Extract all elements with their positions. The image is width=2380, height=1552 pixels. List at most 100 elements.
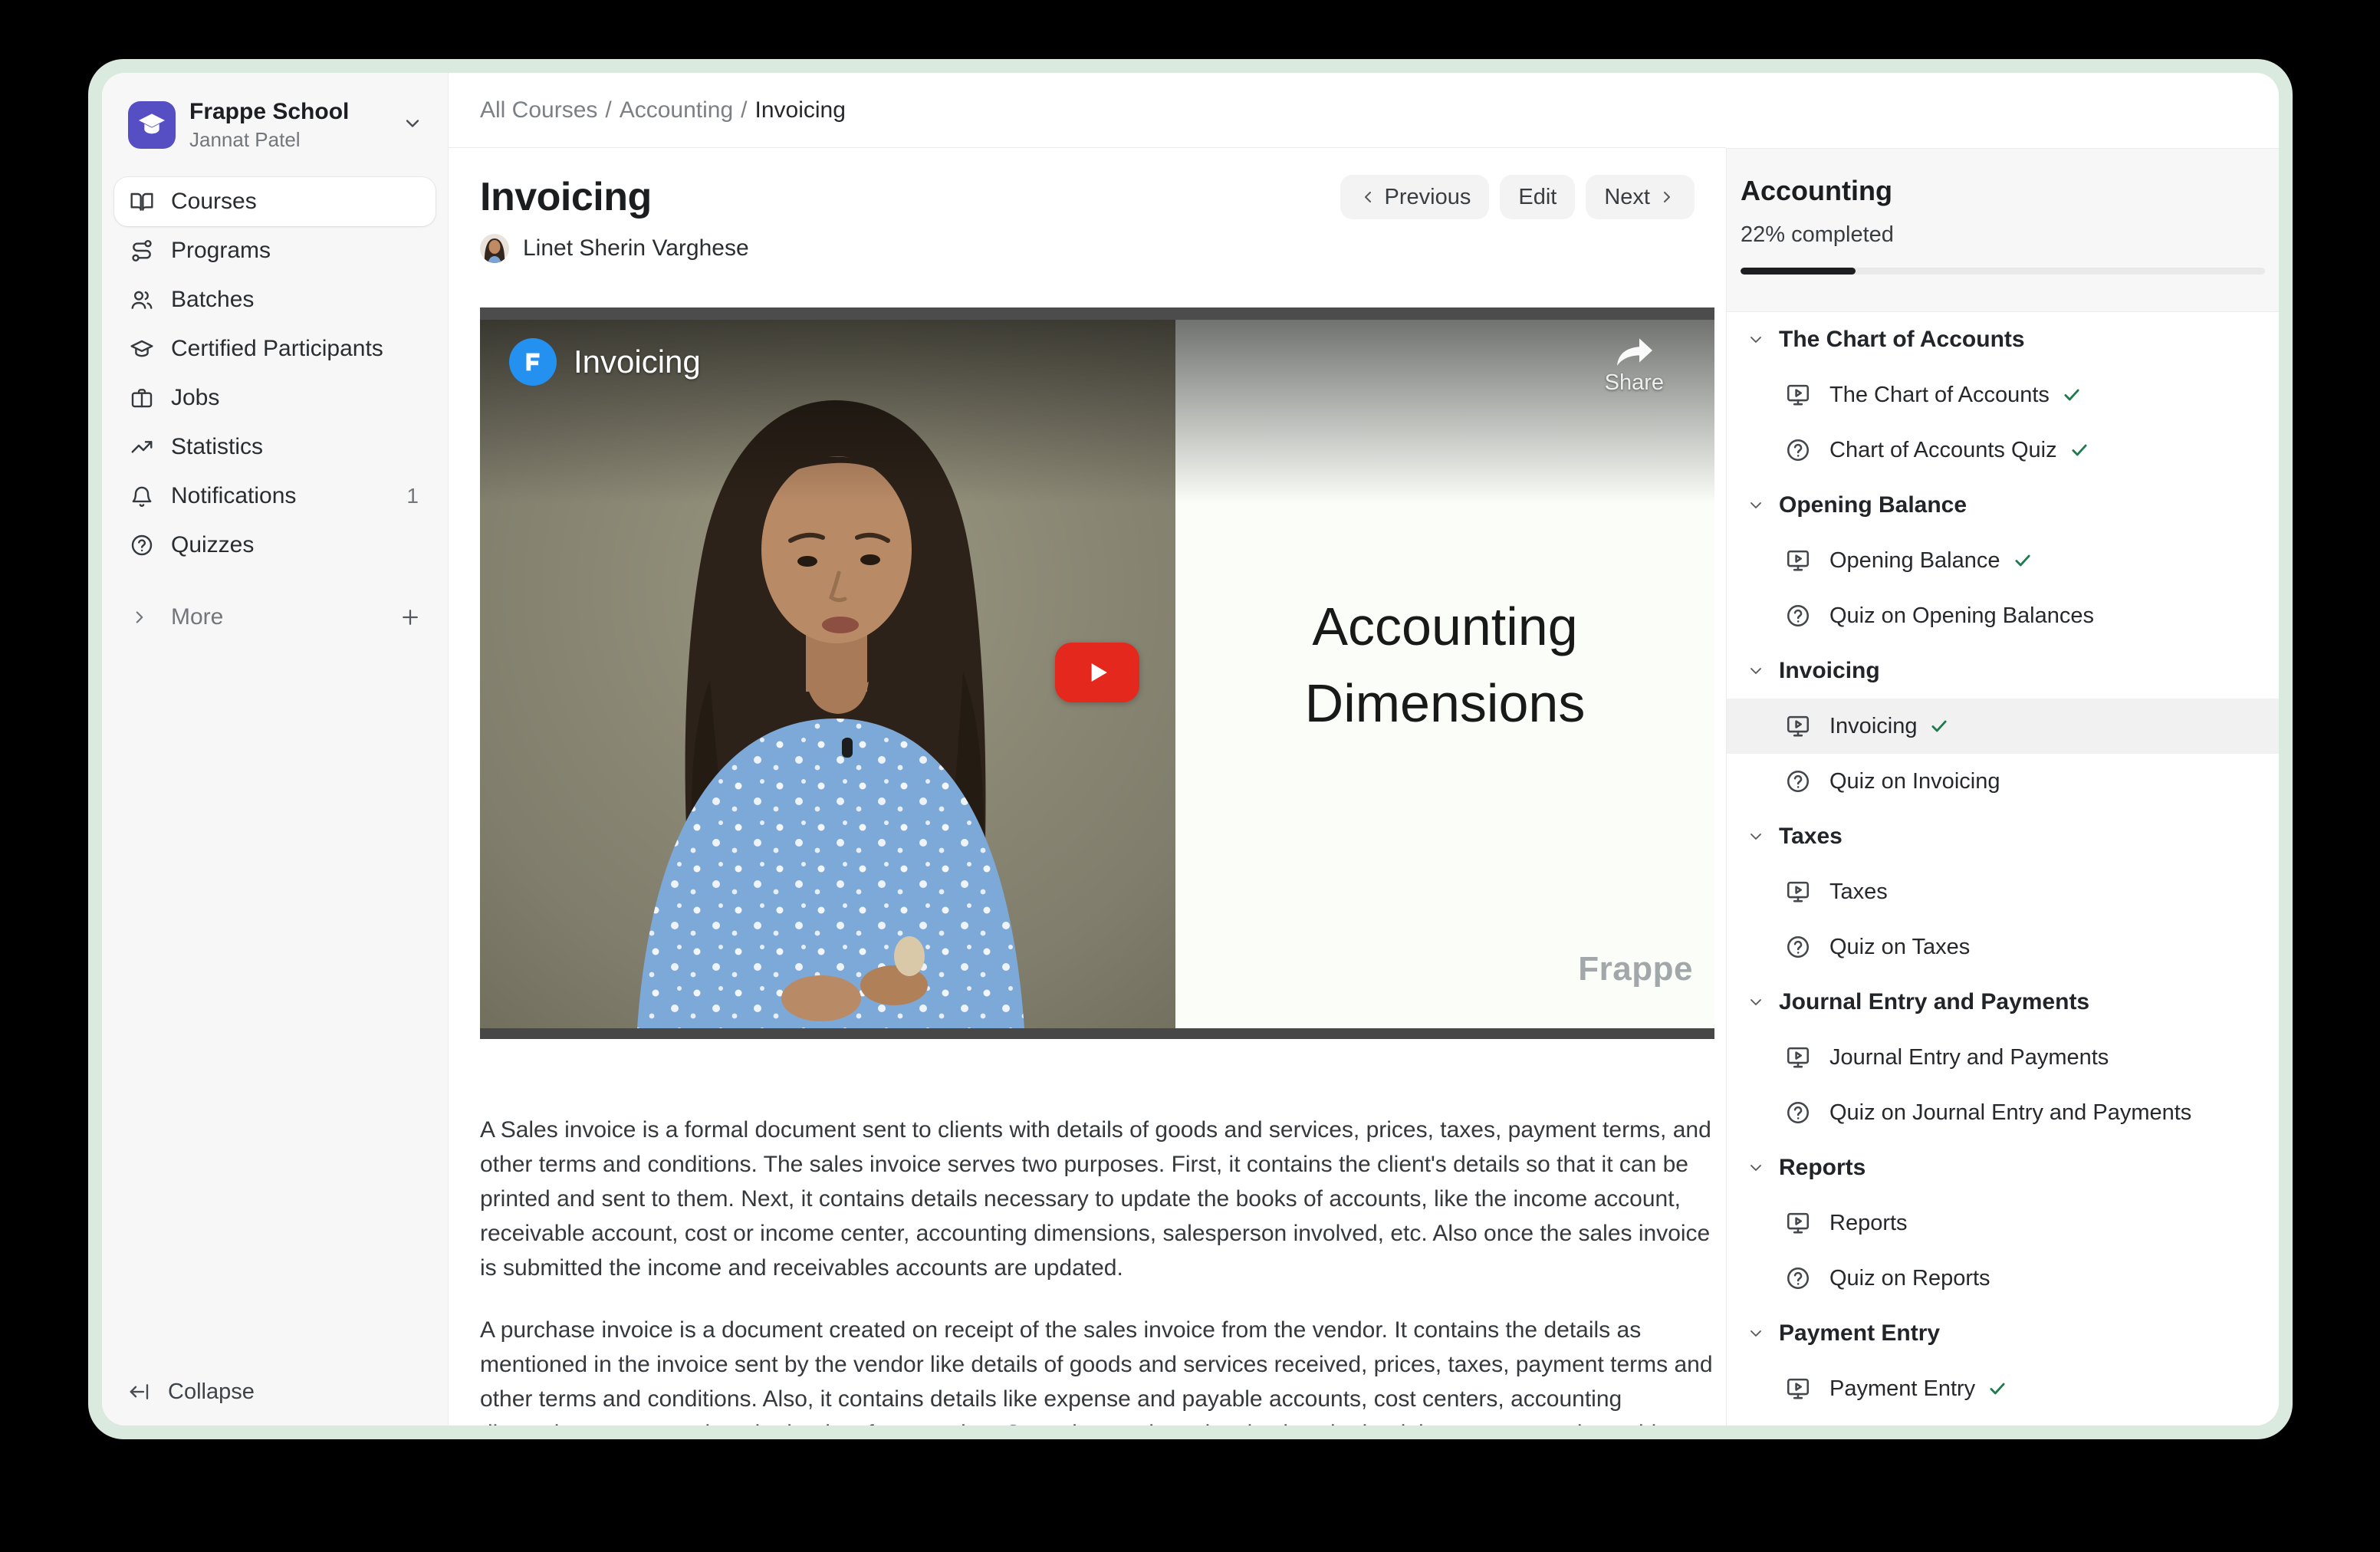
lesson-invoicing[interactable]: Invoicing — [1727, 699, 2279, 754]
book-open-icon — [130, 189, 154, 214]
chapter-title: Invoicing — [1779, 658, 1880, 684]
chapter-reports[interactable]: Reports — [1727, 1140, 2279, 1195]
app-surface: Frappe School Jannat Patel Courses Progra… — [102, 73, 2279, 1425]
chevron-down-icon — [1747, 993, 1765, 1011]
sidebar-more[interactable]: More — [114, 593, 436, 642]
progress-bar-fill — [1741, 268, 1856, 275]
sidebar-item-batches[interactable]: Batches — [114, 275, 436, 324]
main-area: All Courses / Accounting / Invoicing Inv… — [449, 73, 1726, 1425]
sidebar-item-label: Statistics — [171, 434, 263, 460]
lesson-quiz-on-taxes[interactable]: Quiz on Taxes — [1727, 919, 2279, 975]
edit-button[interactable]: Edit — [1500, 175, 1575, 219]
quiz-icon — [1785, 603, 1811, 629]
quiz-icon — [1785, 437, 1811, 463]
chapter-invoicing[interactable]: Invoicing — [1727, 643, 2279, 699]
play-icon — [1080, 656, 1114, 689]
lesson-journal-entry-and-payments[interactable]: Journal Entry and Payments — [1727, 1030, 2279, 1085]
youtube-play-button[interactable] — [1055, 643, 1139, 702]
lesson-opening-balance[interactable]: Opening Balance — [1727, 533, 2279, 588]
workspace-title: Frappe School — [189, 99, 349, 126]
graduation-cap-icon — [130, 337, 154, 361]
lesson-quiz-on-opening-balances[interactable]: Quiz on Opening Balances — [1727, 588, 2279, 643]
lesson-reports[interactable]: Reports — [1727, 1195, 2279, 1251]
chapter-opening-balance[interactable]: Opening Balance — [1727, 478, 2279, 533]
route-icon — [130, 238, 154, 263]
breadcrumb-all-courses[interactable]: All Courses — [480, 97, 597, 123]
video-letterbox-top — [480, 307, 1714, 320]
chapter-title: Payment Entry — [1779, 1320, 1940, 1346]
video-title-overlay[interactable]: Invoicing — [509, 338, 701, 386]
chapter-payment-entry[interactable]: Payment Entry — [1727, 1306, 2279, 1361]
sidebar-item-quizzes[interactable]: Quizzes — [114, 521, 436, 570]
frappe-channel-icon — [509, 338, 557, 386]
chevron-down-icon — [1747, 827, 1765, 846]
video-lesson-icon — [1785, 1210, 1811, 1236]
sidebar-item-label: Batches — [171, 287, 254, 313]
chevron-down-icon — [1747, 662, 1765, 680]
lesson-title: Reports — [1829, 1211, 1908, 1236]
next-button[interactable]: Next — [1586, 175, 1695, 219]
sidebar-item-courses[interactable]: Courses — [114, 177, 436, 226]
lesson-title: Journal Entry and Payments — [1829, 1045, 2109, 1070]
sidebar-item-programs[interactable]: Programs — [114, 226, 436, 275]
author-name: Linet Sherin Varghese — [523, 235, 749, 261]
sidebar-item-label: Jobs — [171, 385, 219, 411]
share-arrow-icon — [1612, 335, 1655, 369]
completed-check-icon — [1929, 716, 1949, 736]
chevron-down-icon — [1747, 1324, 1765, 1343]
lesson-nav-buttons: Previous Edit Next — [1340, 175, 1695, 219]
sidebar-item-label: Programs — [171, 238, 271, 264]
plus-icon[interactable] — [399, 606, 422, 629]
previous-button[interactable]: Previous — [1340, 175, 1490, 219]
video-lesson-icon — [1785, 1044, 1811, 1070]
lesson-quiz-on-invoicing[interactable]: Quiz on Invoicing — [1727, 754, 2279, 809]
course-title: Accounting — [1741, 175, 2265, 207]
chapter-title: Journal Entry and Payments — [1779, 989, 2089, 1015]
notification-count-badge: 1 — [406, 484, 419, 508]
lesson-title: Payment Entry — [1829, 1376, 1975, 1402]
sidebar-item-jobs[interactable]: Jobs — [114, 373, 436, 423]
left-sidebar: Frappe School Jannat Patel Courses Progra… — [102, 73, 449, 1425]
course-progress-header: Accounting 22% completed — [1727, 148, 2279, 312]
sidebar-more-label: More — [171, 604, 223, 630]
completed-check-icon — [2062, 385, 2082, 405]
lesson-quiz-on-journal-entry-and-payments[interactable]: Quiz on Journal Entry and Payments — [1727, 1085, 2279, 1140]
quiz-icon — [1785, 934, 1811, 960]
slide-title: Accounting Dimensions — [1231, 588, 1660, 741]
lesson-content: Invoicing Previous Edit Next — [449, 148, 1726, 1425]
lesson-the-chart-of-accounts[interactable]: The Chart of Accounts — [1727, 367, 2279, 423]
lesson-paragraph: A purchase invoice is a document created… — [480, 1313, 1714, 1425]
breadcrumb-separator: / — [605, 97, 611, 123]
trending-up-icon — [130, 435, 154, 459]
lesson-payment-entry[interactable]: Payment Entry — [1727, 1361, 2279, 1416]
chapter-title: Opening Balance — [1779, 492, 1967, 518]
video-share-button[interactable]: Share — [1605, 335, 1664, 396]
workspace-switcher[interactable]: Frappe School Jannat Patel — [128, 99, 428, 151]
app-window: Frappe School Jannat Patel Courses Progra… — [88, 59, 2293, 1439]
lesson-title: Quiz on Opening Balances — [1829, 603, 2094, 629]
chapter-taxes[interactable]: Taxes — [1727, 809, 2279, 864]
lesson-title: Chart of Accounts Quiz — [1829, 438, 2057, 463]
chapter-title: Taxes — [1779, 824, 1843, 850]
chapter-title: The Chart of Accounts — [1779, 327, 2025, 353]
completed-check-icon — [1987, 1379, 2007, 1399]
lesson-chart-of-accounts-quiz[interactable]: Chart of Accounts Quiz — [1727, 423, 2279, 478]
video-player[interactable]: Accounting Dimensions Frappe Invoicing — [480, 307, 1714, 1039]
sidebar-item-certified-participants[interactable]: Certified Participants — [114, 324, 436, 373]
lesson-quiz-on-reports[interactable]: Quiz on Reports — [1727, 1251, 2279, 1306]
bell-icon — [130, 484, 154, 508]
breadcrumb-accounting[interactable]: Accounting — [620, 97, 733, 123]
chapter-journal-entry-and-payments[interactable]: Journal Entry and Payments — [1727, 975, 2279, 1030]
sidebar-item-label: Certified Participants — [171, 336, 383, 362]
breadcrumb: All Courses / Accounting / Invoicing — [449, 73, 1726, 148]
lesson-taxes[interactable]: Taxes — [1727, 864, 2279, 919]
sidebar-item-statistics[interactable]: Statistics — [114, 423, 436, 472]
sidebar-item-notifications[interactable]: Notifications1 — [114, 472, 436, 521]
chevron-right-icon — [130, 607, 150, 627]
video-lesson-icon — [1785, 713, 1811, 739]
sidebar-collapse-button[interactable]: Collapse — [128, 1370, 255, 1413]
breadcrumb-separator: / — [741, 97, 747, 123]
chapter-the-chart-of-accounts[interactable]: The Chart of Accounts — [1727, 312, 2279, 367]
sidebar-collapse-label: Collapse — [168, 1379, 255, 1405]
progress-bar — [1741, 268, 2265, 275]
